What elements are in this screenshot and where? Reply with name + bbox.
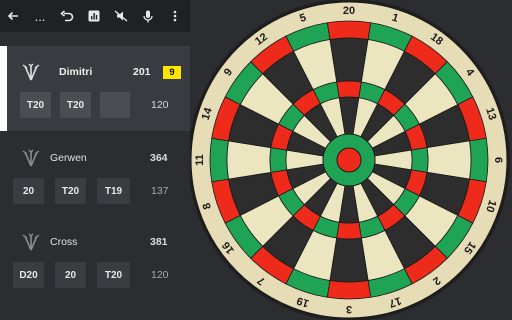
player-name: Cross [50, 236, 78, 248]
toolbar: ... [0, 0, 190, 32]
player-darts-badge: 9 [163, 66, 181, 79]
players-panel: ... Dimitri 201 9 T20 T20 120 Gerwen 364… [0, 0, 190, 320]
dart-2: T20 [55, 178, 86, 204]
turn-total: 137 [151, 185, 169, 197]
dart-3 [100, 92, 130, 118]
player-remaining-score: 364 [150, 152, 168, 164]
triple-3[interactable] [336, 221, 362, 240]
microphone-icon[interactable] [135, 0, 161, 32]
turn-total: 120 [151, 269, 169, 281]
turn-total: 120 [151, 99, 169, 111]
player-card[interactable]: Gerwen 364 20 T20 T19 137 [0, 142, 190, 227]
player-name: Gerwen [50, 152, 87, 164]
stats-icon[interactable] [81, 0, 107, 32]
double-20[interactable] [326, 20, 372, 40]
more-horizontal-icon[interactable]: ... [27, 0, 53, 32]
dart-3: T19 [97, 178, 130, 204]
player-name: Dimitri [59, 66, 93, 78]
board-number-11: 11 [194, 154, 206, 166]
more-vertical-icon[interactable] [162, 0, 188, 32]
dart-1: T20 [20, 92, 51, 118]
darts-icon [20, 147, 42, 169]
board-number-20: 20 [343, 5, 355, 17]
player-remaining-score: 201 [133, 66, 151, 78]
player-card-active[interactable]: Dimitri 201 9 T20 T20 120 [0, 46, 190, 131]
player-card[interactable]: Cross 381 D20 20 T20 120 [0, 226, 190, 311]
double-3[interactable] [326, 280, 372, 300]
bullseye[interactable] [336, 147, 362, 173]
darts-icon [20, 61, 42, 83]
dart-1: 20 [13, 178, 44, 204]
double-11[interactable] [209, 137, 229, 183]
active-player-indicator [0, 46, 7, 131]
triple-20[interactable] [336, 80, 362, 99]
player-remaining-score: 381 [150, 236, 168, 248]
triple-6[interactable] [410, 147, 429, 173]
board-number-6: 6 [492, 157, 504, 163]
dart-1: D20 [13, 262, 44, 288]
dart-2: T20 [60, 92, 91, 118]
back-arrow-icon[interactable] [0, 0, 26, 32]
triple-11[interactable] [269, 147, 288, 173]
mute-icon[interactable] [108, 0, 134, 32]
dartboard[interactable]: 2011841361015217319716811149125 [190, 0, 512, 320]
dart-3: T20 [97, 262, 130, 288]
darts-icon [20, 231, 42, 253]
undo-icon[interactable] [54, 0, 80, 32]
dart-2: 20 [55, 262, 86, 288]
double-6[interactable] [469, 137, 489, 183]
board-number-3: 3 [346, 303, 352, 315]
